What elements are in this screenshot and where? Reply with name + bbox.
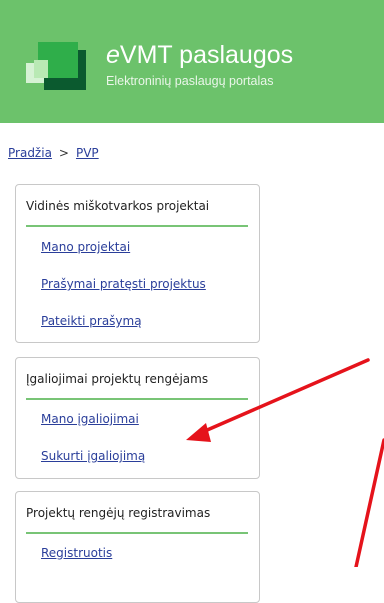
breadcrumb-home-link[interactable]: Pradžia <box>8 146 52 160</box>
link-submit-request[interactable]: Pateikti prašymą <box>41 314 142 328</box>
link-my-projects[interactable]: Mano projektai <box>41 240 130 254</box>
card-divider <box>26 225 248 227</box>
evmt-logo-icon[interactable] <box>0 0 100 123</box>
app-title: eVMT paslaugos <box>106 41 294 69</box>
card-title: Įgaliojimai projektų rengėjams <box>26 372 209 386</box>
breadcrumb-current-link[interactable]: PVP <box>76 146 99 160</box>
link-register[interactable]: Registruotis <box>41 546 112 560</box>
card-authorizations: Įgaliojimai projektų rengėjams Mano įgal… <box>15 357 260 479</box>
card-title: Projektų rengėjų registravimas <box>26 506 211 520</box>
link-create-authorization[interactable]: Sukurti įgaliojimą <box>41 449 145 463</box>
app-subtitle: Elektroninių paslaugų portalas <box>106 74 274 88</box>
link-my-authorizations[interactable]: Mano įgaliojimai <box>41 412 139 426</box>
card-divider <box>26 398 248 400</box>
card-registration: Projektų rengėjų registravimas Registruo… <box>15 491 260 603</box>
card-title: Vidinės miškotvarkos projektai <box>26 199 210 213</box>
link-extension-requests[interactable]: Prašymai pratęsti projektus <box>41 277 206 291</box>
card-forest-projects: Vidinės miškotvarkos projektai Mano proj… <box>15 184 260 343</box>
chevron-right-icon: > <box>58 146 69 160</box>
app-header: eVMT paslaugos Elektroninių paslaugų por… <box>0 0 384 123</box>
card-divider <box>26 532 248 534</box>
breadcrumb: Pradžia > PVP <box>8 146 99 160</box>
